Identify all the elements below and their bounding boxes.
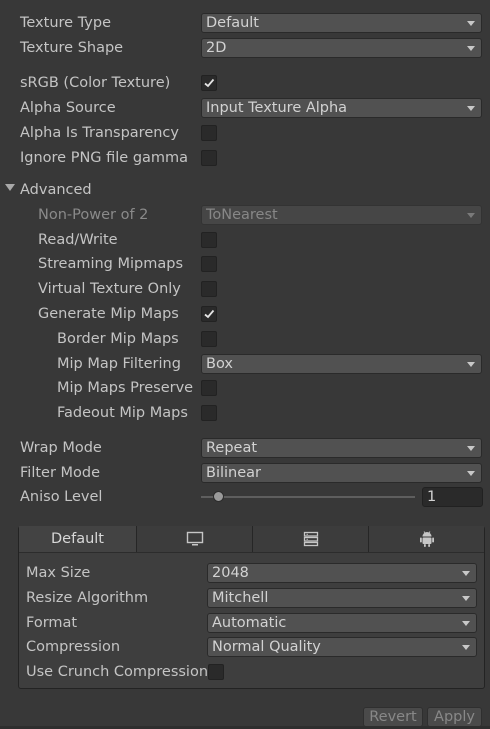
non-power-of-2-dropdown: ToNearest	[201, 205, 482, 225]
alpha-source-value: Input Texture Alpha	[206, 100, 348, 116]
tab-default[interactable]: Default	[19, 526, 136, 552]
chevron-down-icon	[462, 621, 470, 626]
filter-mode-label: Filter Mode	[20, 465, 101, 481]
platform-tabs: Default	[19, 526, 484, 552]
non-power-of-2-label: Non-Power of 2	[38, 207, 149, 223]
streaming-mipmaps-label: Streaming Mipmaps	[38, 256, 184, 272]
texture-type-label: Texture Type	[20, 15, 111, 31]
alpha-source-dropdown[interactable]: Input Texture Alpha	[201, 98, 482, 118]
monitor-icon	[186, 531, 204, 546]
fadeout-mip-maps-checkbox[interactable]	[201, 405, 217, 421]
aniso-level-slider-track[interactable]	[201, 496, 415, 498]
chevron-down-icon	[467, 446, 475, 451]
border-mip-maps-label: Border Mip Maps	[57, 331, 179, 347]
virtual-texture-only-label: Virtual Texture Only	[38, 281, 181, 297]
compression-value: Normal Quality	[212, 639, 321, 655]
aniso-level-label: Aniso Level	[20, 489, 103, 505]
format-dropdown[interactable]: Automatic	[207, 613, 477, 633]
ignore-png-gamma-checkbox[interactable]	[201, 150, 217, 166]
max-size-label: Max Size	[26, 565, 91, 581]
foldout-arrow-icon[interactable]	[5, 184, 15, 191]
chevron-down-icon	[467, 362, 475, 367]
mip-maps-preserve-label: Mip Maps Preserve	[57, 380, 194, 396]
tab-standalone[interactable]	[136, 526, 252, 552]
compression-dropdown[interactable]: Normal Quality	[207, 637, 477, 657]
apply-button[interactable]: Apply	[427, 707, 482, 727]
tab-divider	[19, 552, 484, 553]
server-icon	[303, 531, 319, 547]
compression-label: Compression	[26, 639, 121, 655]
texture-shape-dropdown[interactable]: 2D	[201, 38, 482, 58]
alpha-is-transparency-label: Alpha Is Transparency	[20, 125, 179, 141]
alpha-source-label: Alpha Source	[20, 100, 116, 116]
format-label: Format	[26, 615, 78, 631]
wrap-mode-label: Wrap Mode	[20, 440, 102, 456]
checkmark-icon	[204, 78, 215, 88]
chevron-down-icon	[462, 596, 470, 601]
tab-default-label: Default	[51, 531, 104, 547]
use-crunch-checkbox[interactable]	[208, 664, 224, 680]
chevron-down-icon	[462, 645, 470, 650]
srgb-label: sRGB (Color Texture)	[20, 75, 171, 91]
android-icon	[420, 531, 434, 547]
ignore-png-gamma-label: Ignore PNG file gamma	[20, 150, 189, 166]
resize-algorithm-dropdown[interactable]: Mitchell	[207, 588, 477, 608]
srgb-checkbox[interactable]	[201, 75, 217, 91]
aniso-level-slider-thumb[interactable]	[212, 491, 224, 502]
alpha-is-transparency-checkbox[interactable]	[201, 125, 217, 141]
chevron-down-icon	[467, 106, 475, 111]
texture-shape-value: 2D	[206, 40, 227, 56]
format-value: Automatic	[212, 615, 287, 631]
aniso-level-input[interactable]: 1	[422, 487, 483, 507]
read-write-checkbox[interactable]	[201, 232, 217, 248]
tab-android[interactable]	[368, 526, 484, 552]
mip-map-filtering-dropdown[interactable]: Box	[201, 354, 482, 374]
texture-type-dropdown[interactable]: Default	[201, 13, 482, 33]
revert-button[interactable]: Revert	[363, 707, 423, 727]
wrap-mode-value: Repeat	[206, 440, 258, 456]
chevron-down-icon	[467, 21, 475, 26]
resize-algorithm-value: Mitchell	[212, 590, 269, 606]
streaming-mipmaps-checkbox[interactable]	[201, 256, 217, 272]
chevron-down-icon	[467, 46, 475, 51]
chevron-down-icon	[467, 213, 475, 218]
use-crunch-label: Use Crunch Compression	[26, 664, 209, 680]
generate-mip-maps-checkbox[interactable]	[201, 306, 217, 322]
read-write-label: Read/Write	[38, 232, 118, 248]
advanced-foldout-label[interactable]: Advanced	[20, 180, 92, 200]
generate-mip-maps-label: Generate Mip Maps	[38, 306, 179, 322]
max-size-dropdown[interactable]: 2048	[207, 563, 477, 583]
max-size-value: 2048	[212, 565, 249, 581]
checkmark-icon	[204, 309, 215, 319]
tab-server[interactable]	[252, 526, 368, 552]
chevron-down-icon	[467, 471, 475, 476]
mip-map-filtering-label: Mip Map Filtering	[57, 356, 181, 372]
filter-mode-dropdown[interactable]: Bilinear	[201, 463, 482, 483]
texture-type-value: Default	[206, 15, 259, 31]
border-mip-maps-checkbox[interactable]	[201, 331, 217, 347]
non-power-of-2-value: ToNearest	[206, 207, 278, 223]
resize-algorithm-label: Resize Algorithm	[26, 590, 149, 606]
chevron-down-icon	[462, 571, 470, 576]
mip-maps-preserve-checkbox[interactable]	[201, 380, 217, 396]
wrap-mode-dropdown[interactable]: Repeat	[201, 438, 482, 458]
texture-shape-label: Texture Shape	[20, 40, 124, 56]
filter-mode-value: Bilinear	[206, 465, 261, 481]
fadeout-mip-maps-label: Fadeout Mip Maps	[57, 405, 188, 421]
virtual-texture-only-checkbox[interactable]	[201, 281, 217, 297]
mip-map-filtering-value: Box	[206, 356, 233, 372]
